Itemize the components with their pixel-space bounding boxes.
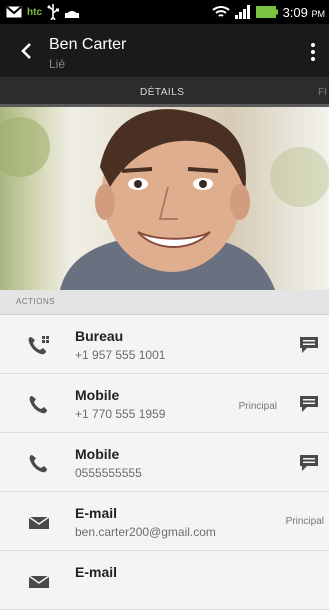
- action-row-email-1[interactable]: E-mail ben.carter200@gmail.com Principal: [0, 492, 329, 551]
- status-time: 3:09 PM: [282, 4, 325, 20]
- section-title: ACTIONS: [16, 297, 56, 306]
- action-label: Mobile: [75, 446, 120, 462]
- message-icon[interactable]: [298, 335, 320, 355]
- wifi-icon: [211, 6, 230, 17]
- phone-work-icon: [28, 336, 49, 355]
- primary-badge: Principal: [285, 516, 324, 527]
- status-left-icons: htc: [6, 4, 80, 20]
- tab-bar: DÉTAILS FI: [0, 77, 329, 107]
- message-icon[interactable]: [298, 394, 320, 414]
- action-value: +1 957 555 1001: [75, 348, 166, 362]
- message-icon[interactable]: [298, 453, 320, 473]
- envelope-icon: [28, 516, 50, 529]
- action-label: E-mail: [75, 564, 118, 580]
- action-value: +1 770 555 1959: [75, 407, 166, 421]
- status-bar: htc 3:09 PM: [0, 0, 329, 24]
- action-row-mobile-1[interactable]: Mobile +1 770 555 1959 Principal: [0, 374, 329, 433]
- htc-icon: htc: [27, 6, 42, 18]
- primary-badge: Principal: [238, 401, 277, 412]
- phone-icon: [29, 455, 47, 473]
- tab-next-partial[interactable]: FI: [318, 87, 327, 98]
- signal-icon: [234, 5, 250, 19]
- contact-name: Ben Carter: [49, 36, 127, 53]
- action-row-work-phone[interactable]: Bureau +1 957 555 1001: [0, 315, 329, 374]
- contact-subtitle: Lié: [49, 57, 66, 71]
- android-icon: [65, 11, 79, 18]
- action-value: 0555555555: [75, 466, 142, 480]
- action-row-mobile-2[interactable]: Mobile 0555555555: [0, 433, 329, 492]
- back-arrow-icon[interactable]: [18, 42, 36, 60]
- usb-icon: [47, 4, 59, 20]
- gmail-icon: [6, 6, 22, 18]
- battery-icon: [255, 6, 278, 18]
- portrait-image: [0, 109, 329, 290]
- action-value: ben.carter200@gmail.com: [75, 525, 216, 539]
- contact-photo: [0, 107, 329, 290]
- status-right-icons: 3:09 PM: [211, 4, 325, 20]
- action-label: E-mail: [75, 505, 118, 521]
- action-label: Mobile: [75, 387, 120, 403]
- tab-details[interactable]: DÉTAILS: [140, 87, 184, 98]
- actions-list: Bureau +1 957 555 1001 Mobile +1 770 555…: [0, 315, 329, 610]
- phone-icon: [29, 396, 47, 414]
- app-bar: Ben Carter Lié: [0, 24, 329, 77]
- action-label: Bureau: [75, 328, 124, 344]
- section-header: ACTIONS: [0, 290, 329, 315]
- envelope-icon: [28, 575, 50, 588]
- overflow-menu-icon[interactable]: [309, 42, 317, 62]
